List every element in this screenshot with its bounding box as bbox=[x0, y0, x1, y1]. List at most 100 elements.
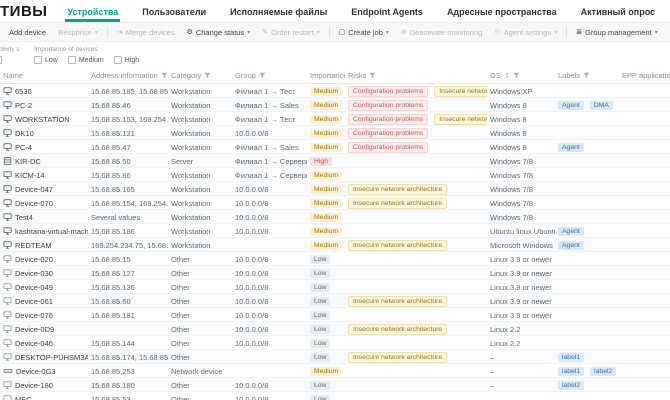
device-name: Device-020 bbox=[15, 254, 53, 264]
table-row[interactable]: PC-4 15.68.85.47 Workstation Филиал 1 → … bbox=[0, 140, 670, 154]
table-row[interactable]: DESKTOP-PUHSM3A 15.68.85.174, 15.68.85.1… bbox=[0, 350, 670, 364]
group-management-button[interactable]: ≣ Group management ▾ bbox=[571, 26, 663, 39]
table-row[interactable]: DK10 15.68.85.121 Workstation 10.0.0.0/8… bbox=[0, 126, 670, 140]
workstation-icon bbox=[3, 185, 12, 193]
table-row[interactable]: MEC 15.68.85.53 Other 10.0.0.0/8 Low – bbox=[0, 392, 670, 400]
table-row[interactable]: 6536 15.68.85.185, 15.68.85.177 Workstat… bbox=[0, 84, 670, 98]
os-cell: Windows 7/8 bbox=[490, 156, 533, 166]
tab-active-polling[interactable]: Активный опрос bbox=[579, 7, 657, 22]
table-row[interactable]: Device-0D9 Other 10.0.0.0/8 Low Insecure… bbox=[0, 322, 670, 336]
device-name: KICM-14 bbox=[15, 170, 45, 180]
labels-cell bbox=[555, 322, 619, 336]
checkbox[interactable] bbox=[34, 56, 42, 64]
status-checkbox[interactable] bbox=[0, 56, 2, 64]
create-job-button[interactable]: ▢ Create job ▾ bbox=[334, 26, 394, 39]
importance-cell: Medium bbox=[307, 224, 345, 238]
table-row[interactable]: Test4 Several values Workstation 10.0.0.… bbox=[0, 210, 670, 224]
checkbox[interactable] bbox=[67, 56, 76, 64]
importance-filter: Importance of devices Low Medium High bbox=[34, 46, 139, 64]
importance-option-medium[interactable]: Medium bbox=[67, 56, 104, 64]
column-header-category[interactable]: Category bbox=[168, 71, 232, 80]
table-row[interactable]: KICM-14 15.68.85.86 Workstation Филиал 1… bbox=[0, 168, 670, 182]
person-icon: ⚇ bbox=[494, 29, 501, 36]
server-icon bbox=[3, 157, 12, 165]
filter-icon[interactable] bbox=[583, 72, 590, 79]
column-header-importance[interactable]: Importance bbox=[307, 71, 345, 80]
group-cell: Филиал 1 → Sales bbox=[235, 100, 299, 110]
column-header-name[interactable]: Name bbox=[0, 71, 88, 80]
chevron-down-icon: ▾ bbox=[316, 29, 320, 36]
tab-users[interactable]: Пользователи bbox=[140, 7, 208, 22]
device-name: PC-2 bbox=[15, 100, 33, 110]
tab-endpoint-agents[interactable]: Endpoint Agents bbox=[349, 7, 425, 22]
risks-cell: Insecure network architecture bbox=[345, 238, 487, 252]
importance-option-low[interactable]: Low bbox=[34, 56, 58, 64]
table-row[interactable]: Device-076 15.68.85.181 Other 10.0.0.0/8… bbox=[0, 308, 670, 322]
risks-cell: Configuration problems bbox=[345, 140, 487, 154]
checkbox[interactable] bbox=[113, 56, 122, 64]
table-row[interactable]: Device-0G3 15.68.85.253 Network device M… bbox=[0, 364, 670, 378]
importance-badge: Medium bbox=[310, 240, 343, 250]
sort-icon[interactable] bbox=[504, 72, 510, 79]
label-badge: Agent bbox=[558, 226, 584, 236]
importance-badge: Medium bbox=[310, 114, 343, 124]
epp-cell bbox=[619, 294, 670, 308]
epp-cell bbox=[619, 168, 670, 182]
table-row[interactable]: Device-046 15.68.85.144 Other 10.0.0.0/8… bbox=[0, 336, 670, 350]
table-row[interactable]: Device-070 15.68.85.154, 169.254.246.99 … bbox=[0, 196, 670, 210]
column-header-group[interactable]: Group bbox=[232, 71, 307, 80]
filter-icon[interactable] bbox=[513, 72, 520, 79]
table-header: Name Address information Category Group Impo… bbox=[0, 68, 670, 84]
column-header-address-information[interactable]: Address information bbox=[88, 71, 168, 80]
importance-option-high[interactable]: High bbox=[113, 56, 139, 64]
column-header-labels[interactable]: Labels bbox=[555, 71, 619, 80]
table-row[interactable]: PC-2 15.68.85.46 Workstation Филиал 1 → … bbox=[0, 98, 670, 112]
column-header-risks[interactable]: Risks bbox=[345, 71, 487, 80]
tab-devices[interactable]: Устройства bbox=[65, 7, 121, 22]
risks-cell: Insecure network architecture bbox=[345, 196, 487, 210]
column-header-epp-application[interactable]: EPP application bbox=[619, 71, 670, 80]
os-cell: Linux 2.2 bbox=[490, 338, 521, 348]
filter-icon[interactable] bbox=[369, 72, 376, 79]
other-icon bbox=[3, 311, 12, 319]
table-row[interactable]: kashtana-virtual-machine 15.68.85.186 Wo… bbox=[0, 224, 670, 238]
filter-icon[interactable] bbox=[204, 72, 211, 79]
label-badge: label1 bbox=[558, 352, 585, 362]
category-cell: Other bbox=[171, 268, 190, 278]
table-row[interactable]: WORKSTATION 15.68.85.153, 169.254.85.154… bbox=[0, 112, 670, 126]
table-row[interactable]: KIR-DC 15.68.85.50 Server Филиал 1 → Сер… bbox=[0, 154, 670, 168]
agent-settings-label: Agent settings bbox=[503, 27, 552, 37]
column-header-os[interactable]: OS bbox=[487, 71, 555, 80]
address-cell bbox=[88, 322, 168, 336]
importance-cell: Low bbox=[307, 266, 345, 280]
filter-icon[interactable] bbox=[259, 72, 266, 79]
filter-icon[interactable] bbox=[161, 72, 168, 79]
table-row[interactable]: Device-020 15.68.85.15 Other 10.0.0.0/8 … bbox=[0, 252, 670, 266]
risks-cell bbox=[345, 336, 487, 350]
tab-address-spaces[interactable]: Адресные пространства bbox=[445, 7, 559, 22]
tab-executable-files[interactable]: Исполняемые файлы bbox=[228, 7, 329, 22]
option-label: Low bbox=[45, 56, 58, 64]
importance-badge: Medium bbox=[310, 128, 343, 138]
table-row[interactable]: Device-049 15.68.85.136 Other 10.0.0.0/8… bbox=[0, 280, 670, 294]
chevron-down-icon: ▾ bbox=[385, 29, 389, 36]
labels-cell bbox=[555, 84, 619, 98]
network-icon bbox=[3, 367, 13, 375]
category-cell: Other bbox=[171, 394, 190, 400]
table-row[interactable]: Device-061 15.68.85.60 Other 10.0.0.0/8 … bbox=[0, 294, 670, 308]
change-status-button[interactable]: ⚙ Change status ▾ bbox=[182, 26, 256, 39]
address-cell: 169.254.234.75, 15.68.85.170 bbox=[91, 240, 168, 250]
label-badge: label2 bbox=[590, 366, 617, 376]
table-row[interactable]: Device-030 15.68.85.127 Other 10.0.0.0/8… bbox=[0, 266, 670, 280]
table-row[interactable]: Device-047 15.68.85.165 Workstation 10.0… bbox=[0, 182, 670, 196]
category-cell: Other bbox=[171, 296, 190, 306]
importance-cell: High bbox=[307, 154, 345, 168]
table-row[interactable]: Device-180 15.68.85.180 Other 10.0.0.0/8… bbox=[0, 378, 670, 392]
address-cell: 15.68.85.174, 15.68.85.151 bbox=[91, 352, 168, 362]
device-name: Device-180 bbox=[15, 380, 53, 390]
risks-cell bbox=[345, 224, 487, 238]
risk-badge: Insecure network architecture bbox=[348, 351, 448, 363]
table-row[interactable]: REDTEAM 169.254.234.75, 15.68.85.170 Wor… bbox=[0, 238, 670, 252]
add-device-button[interactable]: Add device bbox=[4, 26, 51, 39]
device-name: WORKSTATION bbox=[15, 114, 70, 124]
